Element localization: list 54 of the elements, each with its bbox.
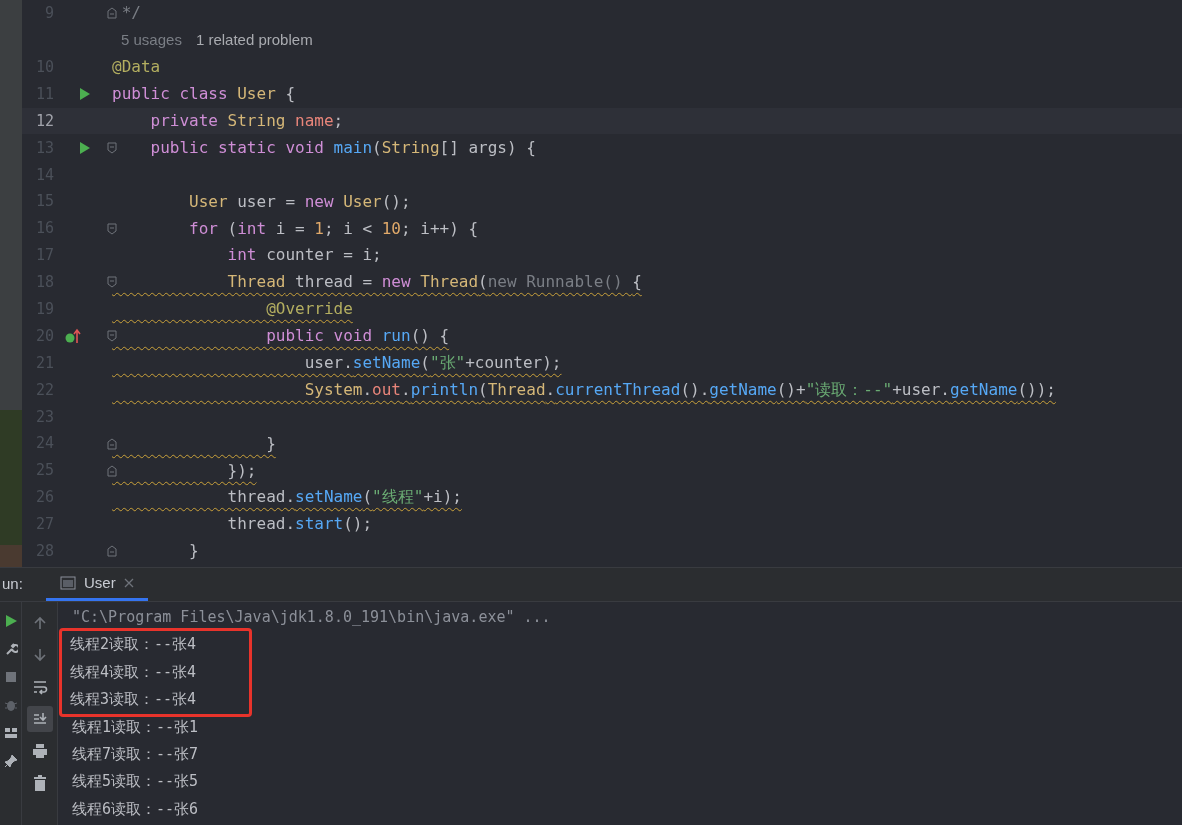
code-line: public class User { (112, 84, 296, 105)
code-line: int counter = i; (226, 245, 382, 266)
console-output-line: 线程4读取：--张4 (69, 661, 198, 683)
code-line: } (188, 541, 199, 562)
code-line: } (265, 433, 276, 454)
override-icon[interactable] (65, 328, 81, 345)
close-icon[interactable] (123, 578, 134, 588)
code-line: User user = new User(); (188, 191, 411, 212)
fold-icon[interactable] (107, 464, 117, 477)
scroll-to-end-icon (31, 711, 48, 727)
problem-hint[interactable]: 1 related problem (195, 29, 313, 52)
stop-icon[interactable] (3, 670, 18, 684)
fold-icon[interactable] (107, 437, 117, 450)
soft-wrap-icon (31, 679, 48, 695)
bug-icon[interactable] (3, 698, 18, 712)
console-output-line: 线程1读取：--张1 (71, 716, 200, 738)
line-number: 12 (34, 110, 54, 132)
run-icon[interactable] (79, 87, 91, 102)
code-line: @Data (112, 57, 161, 78)
code-line: @Override (265, 299, 353, 320)
layout-icon[interactable] (3, 726, 18, 740)
code-line: public static void main(String[] args) { (149, 137, 536, 158)
code-line: }); (226, 460, 257, 481)
fold-icon[interactable] (107, 545, 117, 558)
fold-icon[interactable] (107, 222, 117, 235)
pin-icon[interactable] (3, 754, 18, 768)
code-line: System.out.println(Thread.currentThread().getName()+"读取：--"+user.getName()); (303, 379, 1056, 400)
run-icon[interactable] (3, 614, 18, 628)
fold-icon[interactable] (107, 7, 117, 20)
code-line: private String name; (149, 111, 344, 131)
run-icon[interactable] (79, 140, 91, 155)
code-line: public void run() { (265, 326, 450, 347)
console-output-line: 线程3读取：--张4 (69, 689, 198, 711)
code-line: thread.start(); (226, 514, 373, 535)
down-arrow-icon (31, 647, 48, 663)
code-line: user.setName("张"+counter); (303, 353, 562, 373)
fold-icon[interactable] (107, 276, 117, 289)
fold-icon[interactable] (107, 330, 117, 343)
usages-hint[interactable]: 5 usages (121, 29, 182, 52)
code-line: Thread thread = new Thread(new Runnable() { (226, 272, 642, 293)
code-line: thread.setName("线程"+i); (226, 487, 462, 508)
code-line: for (int i = 1; i < 10; i++) { (188, 218, 479, 239)
console-output-line: 线程6读取：--张6 (71, 798, 200, 820)
code-line: */ (120, 3, 141, 24)
trash-icon (31, 775, 48, 791)
console-output-line: 线程2读取：--张4 (69, 634, 198, 656)
scroll-to-end-button[interactable] (26, 706, 53, 732)
console-output-line: 线程7读取：--张7 (71, 743, 200, 765)
run-label: un: (2, 574, 24, 595)
console-output-line: 线程5读取：--张5 (71, 771, 200, 793)
command-line: "C:\Program Files\Java\jdk1.8.0_191\bin\java.exe" ... (71, 607, 551, 628)
print-icon (31, 743, 48, 759)
console-icon (60, 576, 76, 590)
fold-icon[interactable] (107, 141, 117, 154)
